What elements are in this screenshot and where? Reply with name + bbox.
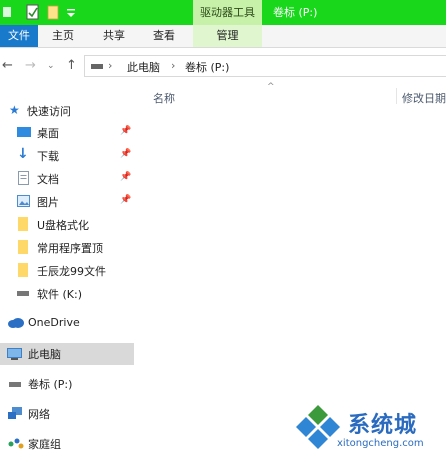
tab-file[interactable]: 文件 bbox=[0, 25, 38, 47]
forward-arrow-icon[interactable]: → bbox=[25, 58, 36, 73]
nav-label: 软件 (K:) bbox=[37, 288, 82, 301]
nav-label: 快速访问 bbox=[27, 105, 71, 118]
qat-dropdown-icon[interactable] bbox=[66, 4, 76, 20]
nav-label: 卷标 (P:) bbox=[28, 378, 73, 391]
watermark-url: xitongcheng.com bbox=[337, 438, 424, 449]
nav-label: 此电脑 bbox=[28, 348, 61, 361]
up-arrow-icon[interactable]: ↑ bbox=[66, 58, 77, 73]
drive-icon bbox=[9, 382, 21, 387]
column-divider[interactable] bbox=[396, 88, 397, 104]
app-icon bbox=[3, 7, 11, 17]
properties-icon[interactable] bbox=[26, 4, 40, 20]
cloud-icon bbox=[8, 318, 24, 328]
drive-icon bbox=[17, 291, 29, 296]
nav-item-folder[interactable]: 常用程序置顶 bbox=[0, 237, 134, 259]
nav-label: 家庭组 bbox=[28, 438, 61, 451]
sort-ascending-icon: ^ bbox=[267, 82, 275, 92]
pin-icon[interactable]: 📌 bbox=[120, 126, 131, 136]
tab-manage[interactable]: 管理 bbox=[193, 25, 262, 47]
nav-label: 图片 bbox=[37, 196, 59, 209]
nav-volume-p[interactable]: 卷标 (P:) bbox=[0, 373, 134, 395]
column-header-name[interactable]: 名称 bbox=[153, 90, 175, 106]
column-header-modified[interactable]: 修改日期 bbox=[402, 90, 446, 106]
nav-item-downloads[interactable]: ↓ 下载 📌 bbox=[0, 145, 134, 167]
tab-home[interactable]: 主页 bbox=[44, 25, 82, 47]
pin-icon[interactable]: 📌 bbox=[120, 149, 131, 159]
nav-label: 下载 bbox=[37, 150, 59, 163]
window-title: 卷标 (P:) bbox=[273, 6, 318, 19]
nav-item-folder[interactable]: 壬辰龙99文件 bbox=[0, 260, 134, 282]
network-icon bbox=[8, 407, 22, 419]
homegroup-icon bbox=[8, 438, 24, 449]
nav-label: OneDrive bbox=[28, 316, 80, 329]
nav-item-folder[interactable]: U盘格式化 bbox=[0, 214, 134, 236]
nav-item-desktop[interactable]: 桌面 📌 bbox=[0, 122, 134, 144]
drive-tools-context-tab[interactable]: 驱动器工具 bbox=[193, 0, 262, 25]
pin-icon[interactable]: 📌 bbox=[120, 172, 131, 182]
nav-label: 桌面 bbox=[37, 127, 59, 140]
back-arrow-icon[interactable]: ← bbox=[2, 58, 13, 73]
folder-icon bbox=[18, 217, 28, 231]
navigation-bar: ← → ⌄ ↑ › 此电脑 › 卷标 (P:) bbox=[0, 54, 446, 80]
folder-icon bbox=[18, 240, 28, 254]
nav-label: 常用程序置顶 bbox=[37, 242, 103, 255]
download-icon: ↓ bbox=[17, 146, 29, 162]
nav-label: U盘格式化 bbox=[37, 219, 90, 232]
watermark-brand: 系统城 bbox=[348, 413, 418, 438]
nav-item-documents[interactable]: 文档 📌 bbox=[0, 168, 134, 190]
tab-share[interactable]: 共享 bbox=[95, 25, 133, 47]
watermark-logo bbox=[296, 405, 340, 449]
nav-item-drive-k[interactable]: 软件 (K:) bbox=[0, 283, 134, 305]
breadcrumb-separator[interactable]: › bbox=[108, 59, 112, 72]
navigation-pane: ★ 快速访问 桌面 📌 ↓ 下载 📌 文档 📌 图片 📌 U盘格式化 常用程序置… bbox=[0, 96, 136, 457]
breadcrumb-separator[interactable]: › bbox=[171, 59, 175, 72]
nav-network[interactable]: 网络 bbox=[0, 403, 134, 425]
desktop-icon bbox=[17, 127, 31, 137]
document-icon bbox=[18, 171, 29, 185]
nav-homegroup[interactable]: 家庭组 bbox=[0, 433, 134, 455]
new-folder-icon[interactable] bbox=[47, 4, 59, 20]
recent-locations-icon[interactable]: ⌄ bbox=[47, 61, 55, 71]
breadcrumb-this-pc[interactable]: 此电脑 bbox=[127, 59, 160, 75]
ribbon-tabs: 文件 主页 共享 查看 管理 bbox=[0, 25, 446, 48]
tab-view[interactable]: 查看 bbox=[145, 25, 183, 47]
computer-icon bbox=[7, 348, 22, 360]
nav-item-pictures[interactable]: 图片 📌 bbox=[0, 191, 134, 213]
nav-this-pc[interactable]: 此电脑 bbox=[0, 343, 134, 365]
pictures-icon bbox=[17, 195, 30, 207]
nav-label: 文档 bbox=[37, 173, 59, 186]
star-icon: ★ bbox=[9, 103, 20, 117]
drive-icon bbox=[91, 64, 103, 69]
nav-onedrive[interactable]: OneDrive bbox=[0, 313, 134, 335]
folder-icon bbox=[18, 263, 28, 277]
address-box[interactable]: › 此电脑 › 卷标 (P:) bbox=[84, 55, 446, 77]
nav-label: 网络 bbox=[28, 408, 50, 421]
title-bar: 驱动器工具 卷标 (P:) bbox=[0, 0, 446, 25]
pin-icon[interactable]: 📌 bbox=[120, 195, 131, 205]
nav-label: 壬辰龙99文件 bbox=[37, 265, 106, 278]
breadcrumb-volume[interactable]: 卷标 (P:) bbox=[185, 59, 229, 75]
nav-quick-access[interactable]: ★ 快速访问 bbox=[0, 100, 134, 122]
